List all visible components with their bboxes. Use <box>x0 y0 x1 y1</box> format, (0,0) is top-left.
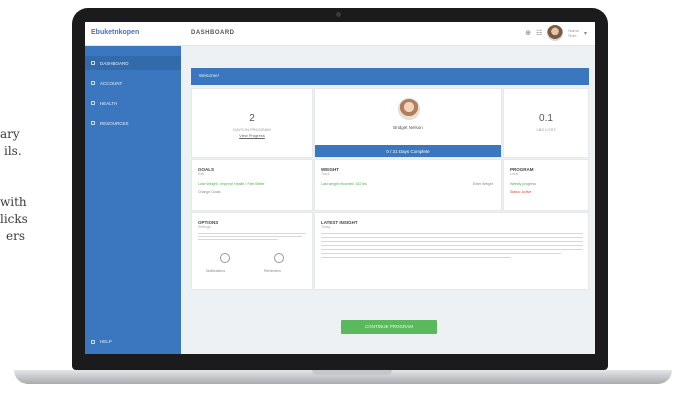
latest-insight-card: LATEST INSIGHT Today <box>314 212 589 290</box>
laptop-lid: Ebuketnkopen DASHBOARD ⊕ ☷ Name Role ▾ D… <box>72 8 608 370</box>
laptop-base <box>14 370 672 384</box>
weight-card: WEIGHT Track Last weight recorded: 152 l… <box>314 159 502 211</box>
lbs-label: LBS LOST <box>536 127 556 132</box>
top-right-controls: ⊕ ☷ Name Role ▾ <box>525 25 587 41</box>
notification-icon[interactable] <box>220 253 230 263</box>
enter-weight-link[interactable]: Enter Weight <box>473 182 493 186</box>
sidebar-item-help[interactable]: HELP <box>91 339 112 344</box>
app-logo[interactable]: Ebuketnkopen <box>91 29 139 36</box>
options-sub: Settings <box>198 225 211 229</box>
reminders-caption: Reminders <box>264 269 281 273</box>
options-card: OPTIONS Settings Notifications Reminders <box>191 212 313 290</box>
sidebar-item-dashboard[interactable]: DASHBOARD <box>85 56 181 70</box>
view-progress-link[interactable]: View Progress <box>192 133 312 138</box>
top-bar: Ebuketnkopen DASHBOARD ⊕ ☷ Name Role ▾ <box>85 22 595 46</box>
globe-icon[interactable]: ⊕ <box>525 29 531 37</box>
lbs-card: 0.1 LBS LOST <box>503 88 589 158</box>
program-status: Status: Active <box>510 190 532 194</box>
profile-progress-text: 0 / 21 Days Complete <box>386 149 430 154</box>
profile-name: Bridget Nelson <box>393 125 423 130</box>
program-sub: Level <box>510 172 519 176</box>
goals-sub[interactable]: Edit <box>198 172 204 176</box>
reminder-icon[interactable] <box>274 253 284 263</box>
insight-text-line <box>321 253 561 254</box>
sidebar-item-label: HEALTH <box>100 100 118 106</box>
side-text-line-3: with <box>0 195 27 209</box>
sidebar-item-resources[interactable]: RESOURCES <box>85 116 181 130</box>
side-text-line-2: ils. <box>4 144 22 158</box>
sidebar: DASHBOARD ACCOUNT HEALTH RESOURCES HELP <box>85 46 181 354</box>
continue-program-label: CONTINUE PROGRAM <box>364 324 413 329</box>
side-text-line-1: ary <box>0 127 20 141</box>
user-role: Role <box>568 33 577 38</box>
chevron-down-icon[interactable]: ▾ <box>584 30 587 37</box>
sidebar-item-health[interactable]: HEALTH <box>85 96 181 110</box>
user-avatar[interactable] <box>547 25 564 41</box>
days-card: 2 DAYS IN PROGRAM View Progress <box>191 88 313 158</box>
program-card: PROGRAM Level Weekly progress Status: Ac… <box>503 159 589 211</box>
latest-insight-sub: Today <box>321 225 331 229</box>
program-progress: Weekly progress <box>510 182 537 186</box>
laptop-notch <box>312 370 392 375</box>
insight-text-line <box>321 245 583 246</box>
days-label: DAYS IN PROGRAM <box>233 127 271 132</box>
last-weight-text: Last weight recorded: 152 lbs <box>321 182 367 186</box>
sidebar-item-label: ACCOUNT <box>100 80 123 86</box>
resources-icon <box>91 121 95 125</box>
user-info[interactable]: Name Role <box>568 28 579 38</box>
banner-label: Welcome! <box>199 73 219 78</box>
days-value: 2 <box>249 113 255 124</box>
page-title: DASHBOARD <box>191 30 235 36</box>
account-icon <box>91 81 95 85</box>
weight-sub: Track <box>321 172 330 176</box>
health-icon <box>91 101 95 105</box>
side-text-line-4: licks <box>0 212 28 226</box>
laptop-screen: Ebuketnkopen DASHBOARD ⊕ ☷ Name Role ▾ D… <box>85 22 595 354</box>
goals-list: Lose Weight • Improve Health • Feel Bett… <box>198 182 265 186</box>
camera-icon <box>336 12 341 17</box>
profile-progress-bar[interactable]: 0 / 21 Days Complete <box>315 145 501 157</box>
dashboard-icon <box>91 61 95 65</box>
menu-grid-icon[interactable]: ☷ <box>536 29 542 37</box>
options-text-line <box>198 236 302 237</box>
profile-card: Bridget Nelson 0 / 21 Days Complete <box>314 88 502 158</box>
help-icon <box>91 339 95 344</box>
goals-card: GOALS Edit Lose Weight • Improve Health … <box>191 159 313 211</box>
change-goals-link[interactable]: Change Goals <box>198 190 220 194</box>
insight-text-line <box>321 249 583 250</box>
sidebar-item-label: HELP <box>100 339 112 344</box>
insight-text-line <box>321 233 583 234</box>
notifications-caption: Notifications <box>206 269 226 273</box>
profile-avatar <box>398 98 420 120</box>
welcome-banner: Welcome! <box>191 68 589 85</box>
insight-text-line <box>321 257 511 258</box>
sidebar-item-label: RESOURCES <box>100 120 129 126</box>
insight-text-line <box>321 241 583 242</box>
lbs-value: 0.1 <box>539 113 553 124</box>
insight-text-line <box>321 237 583 238</box>
options-text-line <box>198 233 306 234</box>
options-text-line <box>198 239 278 240</box>
side-text-line-5: ers <box>6 229 25 243</box>
continue-program-button[interactable]: CONTINUE PROGRAM <box>341 320 437 334</box>
sidebar-item-label: DASHBOARD <box>100 60 129 66</box>
sidebar-item-account[interactable]: ACCOUNT <box>85 76 181 90</box>
